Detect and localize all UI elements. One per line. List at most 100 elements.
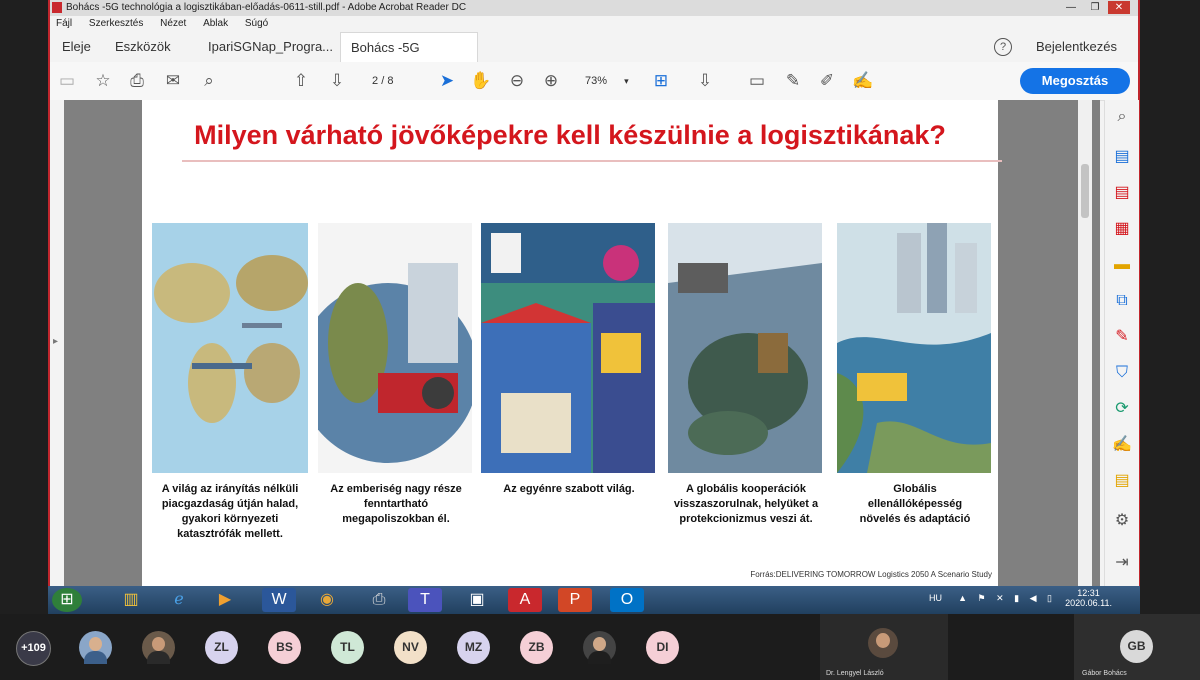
participant-photo-avatar[interactable]: [142, 631, 175, 664]
media-player-icon[interactable]: ▶: [208, 588, 242, 612]
teams-icon[interactable]: T: [408, 588, 442, 612]
more-tools-icon[interactable]: ▤: [1111, 470, 1133, 492]
minimize-button[interactable]: —: [1060, 1, 1082, 14]
comment-tool-icon[interactable]: ▬: [1111, 254, 1133, 276]
tools-right-panel: ⌕ ▤ ▤ ▦ ▬ ⧉ ✎ ⛉ ⟳ ✍ ▤ ⚙ ⇥: [1104, 100, 1139, 586]
acrobat-app-icon: [52, 2, 62, 13]
left-panel-toggle[interactable]: ▸: [50, 100, 64, 586]
world-map-illustration: [154, 255, 308, 423]
page-number-field[interactable]: 2 / 8: [372, 71, 412, 91]
participant-avatar-zl[interactable]: ZL: [205, 631, 238, 664]
file-explorer-icon[interactable]: ▥: [114, 588, 148, 612]
create-pdf-icon[interactable]: ▤: [1111, 146, 1133, 168]
zoom-value: 73%: [585, 75, 608, 87]
search-icon[interactable]: ⌕: [198, 70, 220, 92]
menu-view[interactable]: Nézet: [160, 18, 186, 29]
help-icon[interactable]: ?: [994, 38, 1012, 56]
self-video-tile[interactable]: GB Gábor Bohács: [1074, 614, 1200, 680]
individualized-world-illustration: [481, 223, 655, 473]
share-label: Megosztás: [1041, 73, 1109, 88]
caption-1: A világ az irányítás nélküli piacgazdasá…: [161, 483, 299, 540]
customize-tools-icon[interactable]: ⚙: [1111, 510, 1133, 532]
participant-avatar-zb[interactable]: ZB: [520, 631, 553, 664]
participant-photo-avatar[interactable]: [79, 631, 112, 664]
email-icon[interactable]: ✉: [162, 70, 184, 92]
tab-document-active[interactable]: Bohács -5G technol... ×: [340, 32, 478, 86]
meeting-participants-strip: +109 ZL BS TL NV MZ ZB DI Dr. Lengyel Lá…: [0, 614, 1200, 680]
tab-document-program[interactable]: IpariSGNap_Progra...: [198, 32, 333, 62]
source-note: Forrás:DELIVERING TOMORROW Logistics 205…: [750, 570, 992, 579]
clock[interactable]: 12:31 2020.06.11.: [1065, 588, 1112, 608]
scenario-image-1: [152, 223, 308, 473]
participant-avatar-bs[interactable]: BS: [268, 631, 301, 664]
word-icon[interactable]: W: [262, 588, 296, 612]
signin-link[interactable]: Bejelentkezés: [1036, 32, 1117, 62]
participant-photo-avatar[interactable]: [583, 631, 616, 664]
tab-home[interactable]: Eleje: [52, 32, 101, 62]
menu-help[interactable]: Súgó: [245, 18, 268, 29]
protect-icon[interactable]: ⛉: [1111, 362, 1133, 384]
organize-pages-icon[interactable]: ▦: [1111, 218, 1133, 240]
scroll-mode-icon[interactable]: ⇩: [694, 70, 716, 92]
share-button[interactable]: Megosztás: [1020, 68, 1130, 94]
comment-icon[interactable]: ▭: [746, 70, 768, 92]
more-participants-button[interactable]: +109: [16, 631, 51, 666]
windows-taskbar: ⊞ ▥ ℯ ▶ W ◉ ⎙ T ▣ A P O HU ▲ ⚑ ✕ ▮ ◀ ▯ 1…: [48, 586, 1140, 614]
resilience-illustration: [837, 223, 991, 473]
scrollbar-thumb[interactable]: [1081, 164, 1089, 218]
fill-sign-tool-icon[interactable]: ✎: [1111, 326, 1133, 348]
page-separator: /: [381, 75, 385, 87]
zoom-out-icon[interactable]: ⊖: [506, 70, 528, 92]
caption-5: Globális ellenállóképesség növelés és ad…: [859, 483, 971, 525]
page-total: 8: [387, 75, 394, 87]
page-up-icon[interactable]: ⇧: [290, 70, 312, 92]
zoom-in-icon[interactable]: ⊕: [540, 70, 562, 92]
participant-avatar-di[interactable]: DI: [646, 631, 679, 664]
vertical-scrollbar[interactable]: [1078, 100, 1092, 586]
acrobat-taskbar-icon[interactable]: A: [508, 588, 542, 612]
combine-files-icon[interactable]: ⧉: [1111, 290, 1133, 312]
caption-4: A globális kooperációk visszaszorulnak, …: [673, 483, 819, 525]
participant-avatar-mz[interactable]: MZ: [457, 631, 490, 664]
fit-page-icon[interactable]: ⊞: [650, 70, 672, 92]
maximize-button[interactable]: ❐: [1084, 1, 1106, 14]
slide-title: Milyen várható jövőképekre kell készülni…: [194, 120, 946, 150]
highlight-icon[interactable]: ✎: [782, 70, 804, 92]
hand-tool-icon[interactable]: ✋: [470, 70, 492, 92]
send-for-signature-icon[interactable]: ✍: [1111, 434, 1133, 456]
draw-icon[interactable]: ✐: [816, 70, 838, 92]
compress-icon[interactable]: ⟳: [1111, 398, 1133, 420]
chrome-icon[interactable]: ◉: [310, 588, 344, 612]
zoom-level-select[interactable]: 73% ▾: [585, 71, 635, 91]
language-indicator[interactable]: HU: [929, 593, 942, 603]
clock-time: 12:31: [1077, 588, 1100, 598]
internet-explorer-icon[interactable]: ℯ: [162, 588, 196, 612]
page-down-icon[interactable]: ⇩: [326, 70, 348, 92]
toolbar: ▭ ☆ ⎙ ✉ ⌕ ⇧ ⇩ 2 / 8 ➤ ✋ ⊖ ⊕ 73% ▾ ⊞ ⇩ ▭ …: [50, 62, 1138, 101]
start-button-icon[interactable]: ⊞: [52, 588, 82, 612]
scenario-image-4: [668, 223, 822, 473]
select-cursor-icon[interactable]: ➤: [436, 70, 458, 92]
bookmark-star-icon[interactable]: ☆: [92, 70, 114, 92]
collapse-panel-icon[interactable]: ⇥: [1111, 552, 1133, 574]
tab-tools[interactable]: Eszközök: [105, 32, 181, 62]
printer-icon[interactable]: ⎙: [362, 588, 396, 612]
save-disk-icon[interactable]: ▣: [460, 588, 494, 612]
search-tools-icon[interactable]: ⌕: [1111, 106, 1133, 128]
participant-avatar-nv[interactable]: NV: [394, 631, 427, 664]
menu-window[interactable]: Ablak: [203, 18, 228, 29]
participant-avatar-tl[interactable]: TL: [331, 631, 364, 664]
menu-file[interactable]: Fájl: [56, 18, 72, 29]
print-icon[interactable]: ⎙: [126, 70, 148, 92]
powerpoint-icon[interactable]: P: [558, 588, 592, 612]
scenario-image-2: [318, 223, 472, 473]
outlook-icon[interactable]: O: [610, 588, 644, 612]
save-icon[interactable]: ▭: [56, 70, 78, 92]
acrobat-window: Bohács -5G technológia a logisztikában-e…: [48, 0, 1140, 586]
export-pdf-icon[interactable]: ▤: [1111, 182, 1133, 204]
close-window-button[interactable]: ✕: [1108, 1, 1130, 14]
tray-icons[interactable]: ▲ ⚑ ✕ ▮ ◀ ▯: [958, 593, 1056, 604]
fill-sign-icon[interactable]: ✍: [852, 70, 874, 92]
presenter-video-tile[interactable]: Dr. Lengyel László: [820, 614, 948, 680]
menu-edit[interactable]: Szerkesztés: [89, 18, 143, 29]
